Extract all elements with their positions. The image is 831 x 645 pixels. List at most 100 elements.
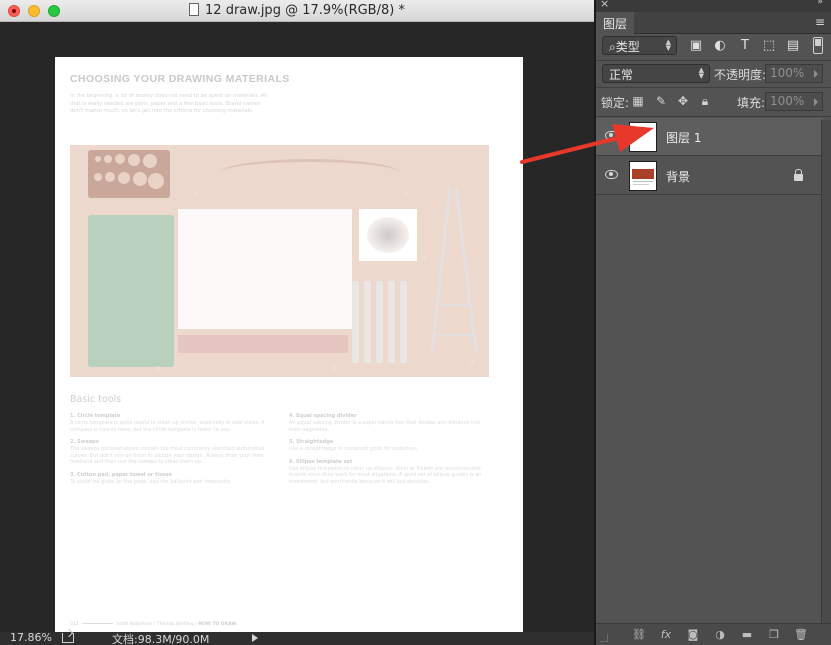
select-arrows-icon: ▲ ▼: [665, 38, 671, 52]
layer-row-layer-1[interactable]: 图层 1: [596, 118, 821, 156]
shape-filter-icon[interactable]: ⬚: [762, 39, 776, 53]
opacity-value: 100%: [770, 66, 805, 80]
footer-rule: [82, 623, 113, 624]
thumbnail-photo: [632, 169, 654, 179]
tool-heading: 5. Straightedge: [289, 439, 334, 446]
tool-heading: 2. Sweeps: [70, 439, 99, 446]
panel-divider: [596, 87, 831, 88]
image-filter-icon[interactable]: ▣: [689, 39, 703, 53]
layer-thumbnail: [629, 161, 657, 191]
fill-arrow-icon[interactable]: [814, 98, 818, 106]
intro-paragraph: In the beginning, a lot of money does no…: [70, 93, 268, 114]
smart-object-filter-icon[interactable]: ▤: [786, 39, 800, 53]
window-title-text: 12 draw.jpg @ 17.9%(RGB/8) *: [205, 3, 405, 18]
photo-number-3: 3: [422, 253, 427, 261]
panel-divider: [596, 60, 831, 61]
opacity-arrow-icon[interactable]: [814, 70, 818, 78]
document-page[interactable]: CHOOSING YOUR DRAWING MATERIALS In the b…: [55, 57, 523, 642]
delete-layer-icon[interactable]: 🗑︎: [794, 628, 808, 642]
lock-position-icon[interactable]: ✥: [676, 94, 690, 108]
new-adjustment-layer-icon[interactable]: ◑: [713, 628, 727, 642]
close-panel-icon[interactable]: ×: [600, 0, 609, 10]
panel-divider: [596, 116, 831, 117]
blend-mode-label: 正常: [609, 68, 634, 82]
pens-image: [352, 281, 410, 363]
tool-description: The sweeps pictured above contain the mo…: [70, 446, 265, 466]
filter-toggle[interactable]: [813, 37, 823, 54]
footer-book: HOW TO DRAW: [198, 622, 237, 627]
select-arrows-icon: ▲ ▼: [698, 66, 704, 80]
layer-style-icon[interactable]: fx: [659, 628, 673, 642]
status-bar: 17.86% 文档:98.3M/90.0M: [0, 631, 594, 645]
app-root: 12 draw.jpg @ 17.9%(RGB/8) * CHOOSING YO…: [0, 0, 831, 645]
tab-layers[interactable]: 图层: [596, 12, 635, 34]
tool-item: 2. Sweeps The sweeps pictured above cont…: [70, 439, 272, 466]
text-filter-icon[interactable]: T: [738, 39, 752, 53]
collapse-panel-icon[interactable]: »: [817, 0, 823, 7]
resize-grip-icon[interactable]: [600, 634, 608, 642]
tools-column-left: 1. Circle template A circle template is …: [70, 413, 272, 492]
lock-all-icon[interactable]: 🔒︎: [698, 94, 712, 108]
materials-photo: 1 2 3 4 5 6: [70, 145, 489, 377]
tool-heading: 4. Equal spacing divider: [289, 413, 357, 419]
lock-label: 锁定:: [601, 96, 630, 110]
fill-value: 100%: [770, 94, 805, 108]
tool-description: A circle template is quite useful to cle…: [70, 420, 265, 433]
cotton-pad-image: [359, 209, 417, 261]
tool-item: 6. Ellipse template set Use ellipse temp…: [289, 459, 491, 486]
layer-filter-label: ⌕类型: [609, 40, 640, 54]
fill-field[interactable]: 100%: [765, 92, 823, 111]
circle-template-holes: [94, 154, 164, 189]
lock-transparent-pixels-icon[interactable]: ▦: [631, 94, 645, 108]
share-icon[interactable]: [62, 633, 74, 643]
footer-authors: Scott Robertson | Thomas Bertling |: [116, 622, 197, 627]
add-mask-icon[interactable]: ◙: [686, 628, 700, 642]
layer-filter-select[interactable]: ⌕类型 ▲ ▼: [602, 36, 677, 55]
blend-mode-select[interactable]: 正常 ▲ ▼: [602, 64, 710, 83]
layer-thumbnail: [629, 122, 657, 152]
layer-row-background[interactable]: 背景: [596, 157, 821, 195]
window-titlebar[interactable]: 12 draw.jpg @ 17.9%(RGB/8) *: [0, 0, 594, 22]
lock-image-pixels-icon[interactable]: ✎: [654, 94, 668, 108]
page-footer: 012 Scott Robertson | Thomas Bertling | H…: [70, 622, 236, 627]
zoom-level[interactable]: 17.86%: [10, 631, 52, 644]
panel-tabbar: 图层 ≡: [596, 12, 831, 34]
canvas-area[interactable]: CHOOSING YOUR DRAWING MATERIALS In the b…: [0, 22, 594, 642]
visibility-eye-icon[interactable]: [605, 170, 618, 179]
document-size: 文档:98.3M/90.0M: [112, 633, 210, 645]
paper-pad-image: [178, 209, 352, 329]
visibility-eye-icon[interactable]: [605, 131, 618, 140]
layer-name[interactable]: 图层 1: [666, 129, 701, 146]
ellipse-template-image: [88, 215, 174, 367]
panel-menu-icon[interactable]: ≡: [815, 15, 825, 29]
tool-item: 5. Straightedge Use a straightedge to co…: [289, 439, 491, 453]
page-title: CHOOSING YOUR DRAWING MATERIALS: [70, 73, 290, 85]
link-layers-icon[interactable]: ⛓: [632, 628, 646, 642]
document-icon: [189, 3, 200, 16]
layer-lock-icon[interactable]: [794, 169, 803, 181]
straightedge-image: [178, 335, 348, 353]
opacity-label: 不透明度:: [714, 68, 767, 82]
sweeps-image: [220, 159, 400, 187]
tool-heading: 1. Circle template: [70, 413, 121, 419]
tool-heading: 3. Cotton pad, paper towel or tissue: [70, 471, 172, 478]
fill-label: 填充:: [737, 96, 766, 110]
adjustment-filter-icon[interactable]: ◐: [713, 39, 727, 53]
section-heading: Basic tools: [70, 394, 122, 405]
tool-item: 1. Circle template A circle template is …: [70, 413, 272, 433]
new-group-icon[interactable]: ▬: [740, 628, 754, 642]
thumbnail-text-line: [633, 181, 653, 182]
tool-description: Use ellipse templates to clean up ellips…: [289, 465, 482, 485]
tool-description: Use a straightedge to construct grids fo…: [289, 446, 419, 453]
window-title: 12 draw.jpg @ 17.9%(RGB/8) *: [0, 3, 594, 18]
panel-header-strip: × »: [596, 0, 831, 12]
new-layer-icon[interactable]: ❐: [767, 628, 781, 642]
layer-name[interactable]: 背景: [666, 168, 690, 185]
layers-scrollbar[interactable]: [821, 120, 831, 623]
tool-description: To avoid ink globs on the page, dab the …: [70, 478, 232, 485]
document-window: 12 draw.jpg @ 17.9%(RGB/8) * CHOOSING YO…: [0, 0, 594, 645]
opacity-field[interactable]: 100%: [765, 64, 823, 83]
page-number: 012: [70, 622, 79, 627]
tool-item: 3. Cotton pad, paper towel or tissue To …: [70, 472, 272, 486]
status-menu-arrow-icon[interactable]: [252, 634, 258, 642]
